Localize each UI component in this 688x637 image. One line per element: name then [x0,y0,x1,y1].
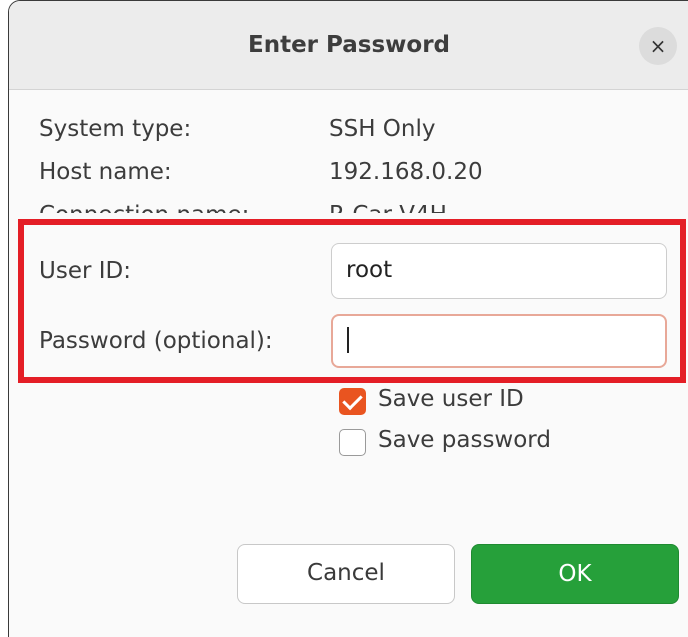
connection-info: System type: SSH Only Host name: 192.168… [9,89,688,213]
connection-name-value: R-Car V4H [329,202,447,213]
system-type-value: SSH Only [329,116,436,142]
user-id-label: User ID: [39,258,131,284]
save-password-label[interactable]: Save password [378,427,551,453]
text-caret [347,327,349,353]
host-name-value: 192.168.0.20 [329,159,483,185]
checkmark-icon [342,389,363,411]
dialog-bottom-edge [9,612,688,637]
host-name-label: Host name: [39,159,172,185]
password-label: Password (optional): [39,328,273,354]
close-icon: × [649,34,667,58]
user-id-input[interactable]: root [331,243,667,299]
password-input[interactable] [331,314,667,368]
close-button[interactable]: × [639,27,677,65]
save-user-id-label[interactable]: Save user ID [378,386,524,412]
connection-name-label: Connection name: [39,202,249,213]
save-user-id-checkbox[interactable] [339,388,366,415]
cancel-button[interactable]: Cancel [237,544,455,604]
dialog-title: Enter Password [247,32,451,58]
dialog-titlebar: Enter Password × [9,1,688,90]
system-type-label: System type: [39,116,192,142]
screen: Enter Password × System type: SSH Only H… [0,0,688,637]
enter-password-dialog: Enter Password × System type: SSH Only H… [8,0,688,637]
ok-button[interactable]: OK [471,544,679,604]
save-password-checkbox[interactable] [339,429,366,456]
